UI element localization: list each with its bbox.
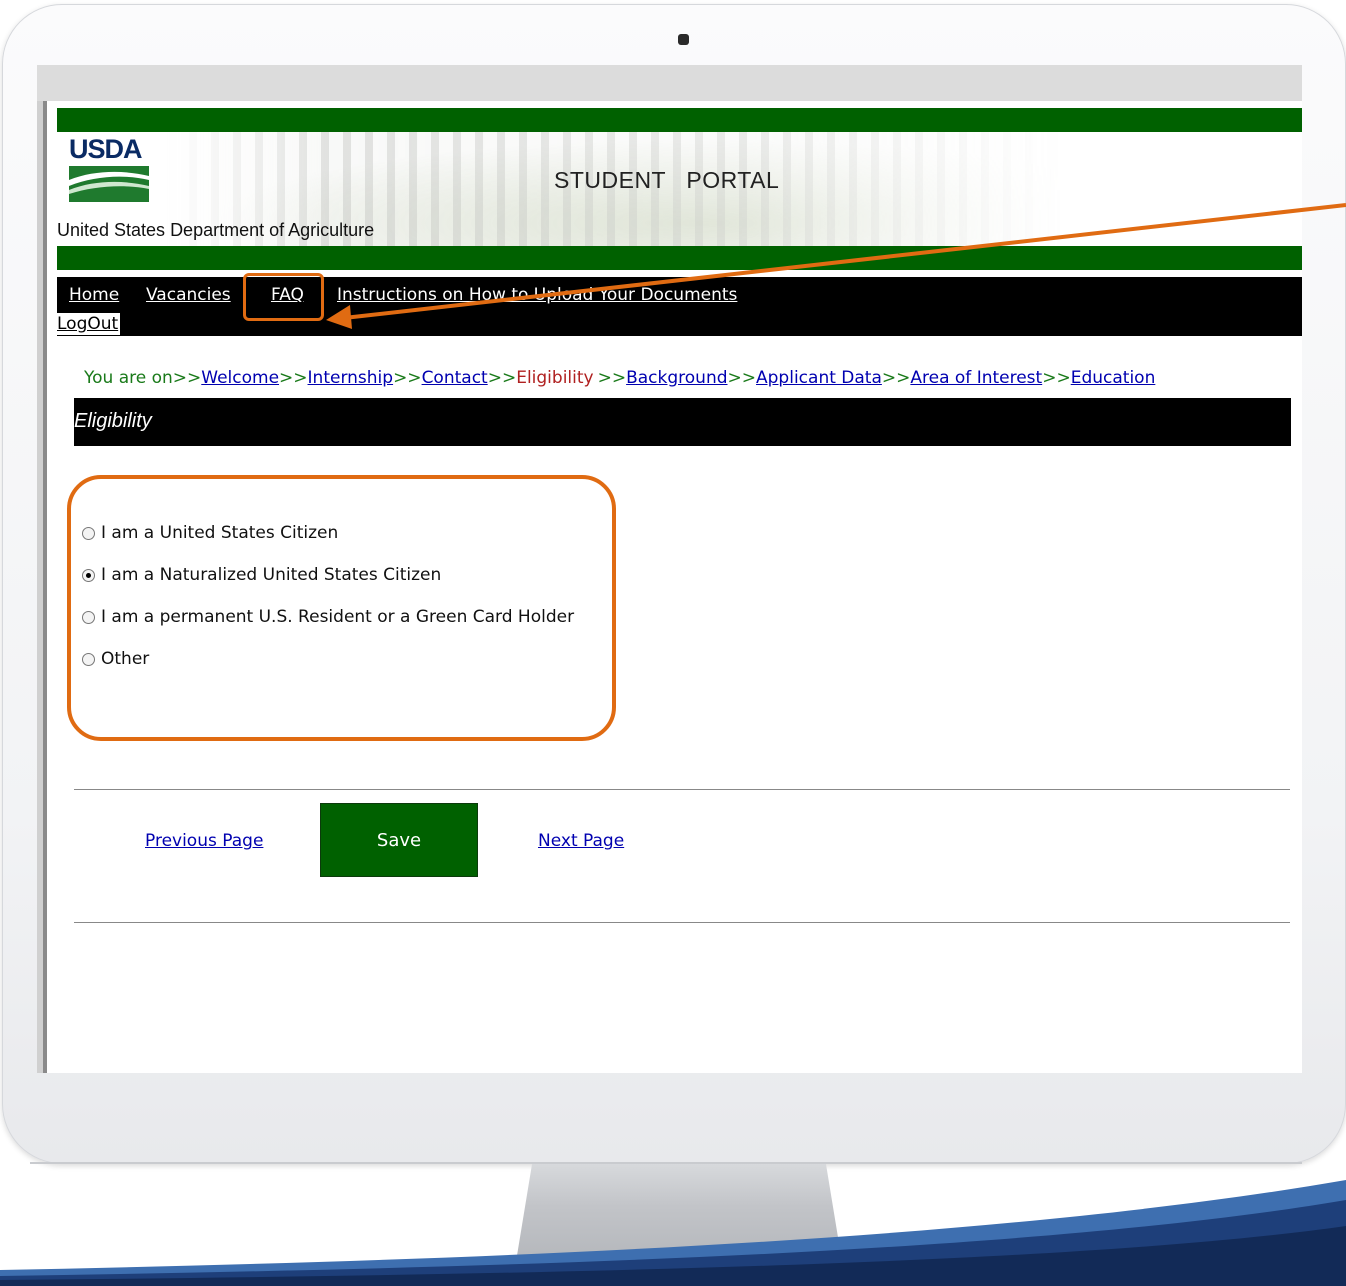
breadcrumb: You are on>>Welcome>>Internship>>Contact… [84, 368, 1155, 388]
next-page-link[interactable]: Next Page [538, 831, 624, 851]
save-button[interactable]: Save [320, 803, 478, 877]
breadcrumb-link-background[interactable]: Background [626, 368, 727, 388]
breadcrumb-separator: >> [881, 368, 911, 388]
usda-logo-text: USDA [69, 134, 143, 164]
webcam [678, 34, 689, 45]
usda-hills-mark [69, 166, 149, 202]
browser-top-bar [37, 65, 1302, 101]
divider-bottom [74, 922, 1290, 923]
divider-top [74, 789, 1290, 790]
breadcrumb-separator: >> [597, 368, 627, 388]
breadcrumb-current: Eligibility [516, 368, 594, 388]
monitor-chin [30, 1162, 1302, 1164]
browser-left-border [37, 101, 47, 1073]
section-header: Eligibility [74, 398, 1291, 446]
nav-instructions-link[interactable]: Instructions on How to Upload Your Docum… [337, 285, 737, 305]
site-header: USDA STUDENT PORTAL United States Depart… [57, 132, 1302, 246]
header-top-band [57, 108, 1302, 132]
breadcrumb-separator: >> [279, 368, 308, 388]
header-bottom-band [57, 246, 1302, 270]
breadcrumb-separator: >> [393, 368, 422, 388]
section-title: Eligibility [74, 410, 152, 432]
nav-logout-link[interactable]: LogOut [57, 313, 121, 335]
breadcrumb-link-applicant-data[interactable]: Applicant Data [756, 368, 882, 388]
department-name: United States Department of Agriculture [57, 220, 375, 240]
breadcrumb-link-contact[interactable]: Contact [422, 368, 488, 388]
nav-vacancies-link[interactable]: Vacancies [146, 285, 231, 305]
breadcrumb-separator: >> [727, 368, 757, 388]
breadcrumb-link-welcome[interactable]: Welcome [201, 368, 279, 388]
breadcrumb-separator: >> [487, 368, 517, 388]
options-highlight-box [67, 475, 616, 741]
breadcrumb-link-education[interactable]: Education [1071, 368, 1156, 388]
breadcrumb-link-internship[interactable]: Internship [308, 368, 394, 388]
portal-title: STUDENT PORTAL [554, 167, 780, 193]
usda-logo[interactable]: USDA [69, 134, 149, 202]
faq-highlight-box [243, 273, 324, 321]
breadcrumb-link-area-of-interest[interactable]: Area of Interest [910, 368, 1042, 388]
breadcrumb-separator: >> [1042, 368, 1071, 388]
previous-page-link[interactable]: Previous Page [145, 831, 263, 851]
breadcrumb-lead: You are on>> [84, 368, 202, 388]
decorative-swoosh [0, 1180, 1346, 1286]
nav-home-link[interactable]: Home [69, 285, 119, 305]
